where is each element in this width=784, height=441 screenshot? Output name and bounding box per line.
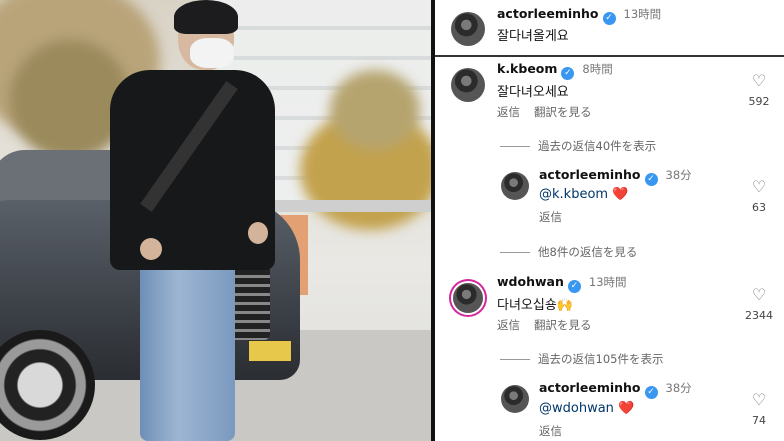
comment-text: @k.kbeom ❤️ bbox=[539, 187, 628, 202]
comment-actions: 返信 翻訳を見る bbox=[497, 104, 606, 120]
photo-tree bbox=[330, 70, 420, 150]
view-replies-label[interactable]: 過去の返信40件を表示 bbox=[538, 139, 656, 153]
view-previous-replies[interactable]: 過去の返信40件を表示 bbox=[500, 138, 656, 154]
comments-panel: actorleeminho ✓ 13時間 잘다녀올게요 k.kbeom ✓ 8時間 잘다… bbox=[435, 0, 784, 441]
photo-man bbox=[110, 0, 280, 441]
username[interactable]: wdohwan bbox=[497, 274, 564, 289]
username[interactable]: actorleeminho bbox=[539, 167, 641, 182]
separator bbox=[435, 55, 784, 57]
username[interactable]: actorleeminho bbox=[539, 380, 641, 395]
comment-header: actorleeminho ✓ 38分 bbox=[539, 380, 692, 399]
like-block: ♡ 74 bbox=[739, 391, 779, 428]
man-hand bbox=[248, 222, 268, 244]
comment-header: actorleeminho ✓ 38分 bbox=[539, 167, 692, 186]
like-count: 74 bbox=[752, 414, 766, 427]
avatar[interactable] bbox=[501, 172, 529, 200]
replies-line bbox=[500, 252, 530, 253]
translate-button[interactable]: 翻訳を見る bbox=[534, 105, 592, 119]
verified-check-icon: ✓ bbox=[561, 67, 575, 80]
reply-button[interactable]: 返信 bbox=[497, 318, 520, 332]
replies-line bbox=[500, 146, 530, 147]
username[interactable]: actorleeminho bbox=[497, 6, 599, 21]
comment-actions: 返信 bbox=[539, 423, 576, 439]
replies-line bbox=[500, 359, 530, 360]
man-jeans bbox=[140, 255, 235, 441]
like-count: 592 bbox=[748, 95, 770, 108]
comment-header: actorleeminho ✓ 13時間 bbox=[497, 6, 661, 25]
comment-text: 다녀오십숑🙌 bbox=[497, 298, 573, 313]
heart-outline-icon[interactable]: ♡ bbox=[739, 72, 779, 90]
man-mask bbox=[190, 38, 234, 68]
red-heart-emoji: ❤️ bbox=[612, 187, 629, 202]
comment-text: @wdohwan ❤️ bbox=[539, 401, 634, 416]
heart-outline-icon[interactable]: ♡ bbox=[739, 178, 779, 196]
like-block: ♡ 592 bbox=[739, 72, 779, 109]
verified-check-icon: ✓ bbox=[644, 173, 658, 186]
like-count: 2344 bbox=[745, 309, 773, 322]
view-more-replies[interactable]: 他8件の返信を見る bbox=[500, 244, 637, 260]
like-block: ♡ 63 bbox=[739, 178, 779, 215]
comment-header: wdohwan ✓ 13時間 bbox=[497, 274, 627, 293]
mention-link[interactable]: @wdohwan bbox=[539, 401, 614, 416]
comment-text: 잘다녀오세요 bbox=[497, 85, 569, 100]
view-previous-replies[interactable]: 過去の返信105件を表示 bbox=[500, 351, 663, 367]
comment-actions: 返信 bbox=[539, 209, 576, 225]
view-replies-label[interactable]: 過去の返信105件を表示 bbox=[538, 352, 663, 366]
comment-text: 잘다녀올게요 bbox=[497, 29, 569, 44]
man-hand bbox=[140, 238, 162, 260]
like-block: ♡ 2344 bbox=[735, 286, 783, 323]
view-replies-label[interactable]: 他8件の返信を見る bbox=[538, 245, 637, 259]
verified-check-icon: ✓ bbox=[602, 12, 616, 25]
red-heart-emoji: ❤️ bbox=[618, 401, 635, 416]
like-count: 63 bbox=[752, 201, 766, 214]
reply-button[interactable]: 返信 bbox=[539, 210, 562, 224]
heart-outline-icon[interactable]: ♡ bbox=[739, 391, 779, 409]
timestamp: 38分 bbox=[665, 381, 692, 395]
username[interactable]: k.kbeom bbox=[497, 61, 557, 76]
reply-button[interactable]: 返信 bbox=[497, 105, 520, 119]
timestamp: 8時間 bbox=[582, 62, 613, 76]
timestamp: 13時間 bbox=[623, 7, 662, 21]
avatar[interactable] bbox=[501, 385, 529, 413]
verified-check-icon: ✓ bbox=[567, 280, 581, 293]
avatar[interactable] bbox=[451, 68, 485, 102]
comment-header: k.kbeom ✓ 8時間 bbox=[497, 61, 613, 80]
man-hair bbox=[174, 0, 238, 34]
photo-airport-man-walking bbox=[0, 0, 431, 441]
comment-actions: 返信 翻訳を見る bbox=[497, 317, 606, 333]
translate-button[interactable]: 翻訳を見る bbox=[534, 318, 592, 332]
avatar[interactable] bbox=[451, 12, 485, 46]
verified-check-icon: ✓ bbox=[644, 386, 658, 399]
reply-button[interactable]: 返信 bbox=[539, 424, 562, 438]
mention-link[interactable]: @k.kbeom bbox=[539, 187, 608, 202]
heart-outline-icon[interactable]: ♡ bbox=[735, 286, 783, 304]
timestamp: 38分 bbox=[665, 168, 692, 182]
avatar-story-ring[interactable] bbox=[453, 283, 483, 313]
timestamp: 13時間 bbox=[588, 275, 627, 289]
